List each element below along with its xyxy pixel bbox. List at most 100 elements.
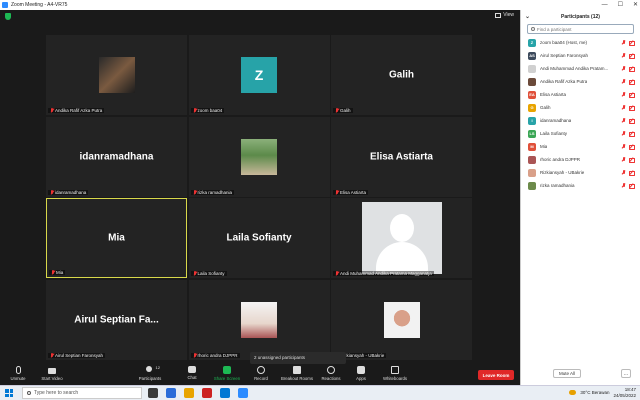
participant-row[interactable]: Zzoom baa04 (Host, me)	[521, 36, 640, 49]
participant-name: Rizkiansyah - UBakrie	[540, 170, 585, 175]
tile-name-label: Galih	[333, 108, 353, 113]
video-tile[interactable]: Mia Mia	[46, 198, 187, 278]
video-tile[interactable]: Andi Muhammad Andika Pratama Magganatja	[331, 198, 472, 278]
participants-button[interactable]: 12 Participants	[130, 365, 170, 381]
participant-row[interactable]: EA Elisa Astiarta	[521, 88, 640, 101]
clock-date: 24/05/2022	[613, 392, 636, 398]
avatar: G	[528, 103, 536, 112]
maximize-button[interactable]: ☐	[618, 0, 623, 10]
participant-status-icons	[621, 40, 635, 46]
chevron-down-icon[interactable]: ⌄	[525, 10, 530, 24]
avatar	[528, 168, 536, 177]
participant-status-icons	[621, 92, 635, 98]
participant-name: Galih	[540, 105, 551, 110]
video-tile[interactable]: Zzoom baa04	[188, 35, 330, 115]
start-video-button[interactable]: Start Video	[32, 366, 72, 381]
default-avatar-icon	[361, 202, 442, 274]
tile-name-label: Andi Muhammad Andika Pratama Magganatja	[333, 271, 434, 276]
participant-search[interactable]	[527, 24, 634, 34]
video-tile[interactable]: rhoric andra DJPPR	[188, 279, 330, 360]
tile-name-label: Laila Sofianty	[190, 271, 227, 276]
camera-off-icon	[629, 53, 635, 59]
taskbar-search[interactable]: Type here to search	[22, 387, 142, 399]
participant-name: Mia	[540, 144, 548, 149]
taskbar-app-icon[interactable]	[238, 388, 248, 398]
reactions-label: Reactions	[321, 376, 341, 381]
participants-icon	[146, 366, 152, 372]
microphone-muted-icon	[335, 108, 339, 113]
participant-row[interactable]: Andi Muhammad Andika Pratam...	[521, 62, 640, 75]
video-tile[interactable]: Andika Rafif Azka Putra	[46, 35, 187, 115]
video-tile[interactable]: Elisa Astiarta Elisa Astiarta	[331, 116, 472, 197]
participant-name: idanramadhana	[540, 118, 572, 123]
video-tile[interactable]: idanramadhana idanramadhana	[46, 116, 187, 197]
record-button[interactable]: Record	[241, 366, 281, 381]
more-options-button[interactable]: ...	[621, 369, 631, 378]
avatar: Z	[528, 38, 536, 47]
view-button[interactable]: View	[495, 12, 514, 18]
apps-icon	[357, 366, 365, 374]
participant-row[interactable]: G Galih	[521, 101, 640, 114]
video-tile[interactable]: Airul Septian Fa... Airul Septian Faronsy…	[46, 279, 187, 360]
microphone-muted-icon	[193, 108, 197, 113]
participant-list: Zzoom baa04 (Host, me) AS Airul Septian Fa…	[521, 36, 640, 192]
participant-row[interactable]: M Mia	[521, 140, 640, 153]
taskbar-app-icon[interactable]	[148, 388, 158, 398]
participant-name: Andika Rafif Azka Putra	[540, 79, 588, 84]
tile-display-name: Galih	[388, 69, 414, 81]
taskbar-app-icon[interactable]	[220, 388, 230, 398]
participant-row[interactable]: rizka ramadhania	[521, 179, 640, 192]
profile-photo	[383, 301, 420, 338]
participant-row[interactable]: AS Airul Septian Faronsyah	[521, 49, 640, 62]
microphone-muted-icon	[621, 40, 626, 45]
close-button[interactable]: ✕	[633, 0, 638, 10]
participant-name: Laila Sofianty	[540, 131, 568, 136]
leave-room-button[interactable]: Leave Room	[478, 370, 514, 380]
share-screen-icon	[223, 366, 231, 374]
video-tile[interactable]: Rizkiansyah - UBakrie	[331, 279, 472, 360]
participant-name: rizka ramadhania	[540, 183, 575, 188]
participant-row[interactable]: Rizkiansyah - UBakrie	[521, 166, 640, 179]
video-tile[interactable]: Galih Galih	[331, 35, 472, 115]
participant-status-icons	[621, 105, 635, 111]
chat-button[interactable]: Chat	[172, 366, 212, 380]
share-screen-label: Share Screen	[213, 376, 241, 381]
meeting-toolbar: Unmute Start Video 12 Participants Chat …	[0, 365, 520, 385]
whiteboards-label: Whiteboards	[382, 376, 408, 381]
camera-off-icon	[629, 170, 635, 176]
system-tray: 30°C Berawan 18:47 24/05/2022	[569, 387, 636, 398]
participant-name: Airul Septian Faronsyah	[540, 53, 589, 58]
security-shield-icon[interactable]	[5, 13, 11, 20]
whiteboard-icon	[391, 366, 399, 374]
camera-off-icon	[629, 92, 635, 98]
camera-off-icon	[629, 157, 635, 163]
video-tile[interactable]: Laila Sofianty Laila Sofianty	[188, 198, 330, 278]
taskbar-app-icon[interactable]	[166, 388, 176, 398]
minimize-button[interactable]: —	[602, 0, 608, 10]
participant-row[interactable]: rhoric andra DJPPR	[521, 153, 640, 166]
microphone-muted-icon	[621, 118, 626, 123]
profile-photo	[241, 301, 277, 338]
mute-all-button[interactable]: Mute All	[553, 369, 581, 378]
taskbar-clock[interactable]: 18:47 24/05/2022	[613, 387, 636, 398]
tile-name-label: Airul Septian Faronsyah	[48, 352, 106, 358]
view-label: View	[503, 12, 514, 18]
profile-photo	[98, 57, 135, 93]
unassigned-participants-notice[interactable]: 2 unassigned participants	[250, 352, 346, 364]
avatar: AS	[528, 51, 536, 60]
video-tile[interactable]: rizka ramadhania	[188, 116, 330, 197]
participants-panel-header: ⌄ Participants (12)	[521, 10, 640, 24]
participant-row[interactable]: LS Laila Sofianty	[521, 127, 640, 140]
windows-start-icon[interactable]	[5, 389, 13, 397]
participant-search-input[interactable]	[537, 25, 627, 33]
tile-name-label: Elisa Astiarta	[333, 189, 369, 195]
participant-status-icons	[621, 183, 635, 189]
participant-row[interactable]: Iidanramadhana	[521, 114, 640, 127]
taskbar-app-icon[interactable]	[184, 388, 194, 398]
search-icon	[531, 27, 535, 31]
taskbar-app-icon[interactable]	[202, 388, 212, 398]
participant-row[interactable]: Andika Rafif Azka Putra	[521, 75, 640, 88]
camera-off-icon	[629, 79, 635, 85]
avatar: EA	[528, 90, 536, 99]
whiteboards-button[interactable]: Whiteboards	[375, 366, 415, 381]
